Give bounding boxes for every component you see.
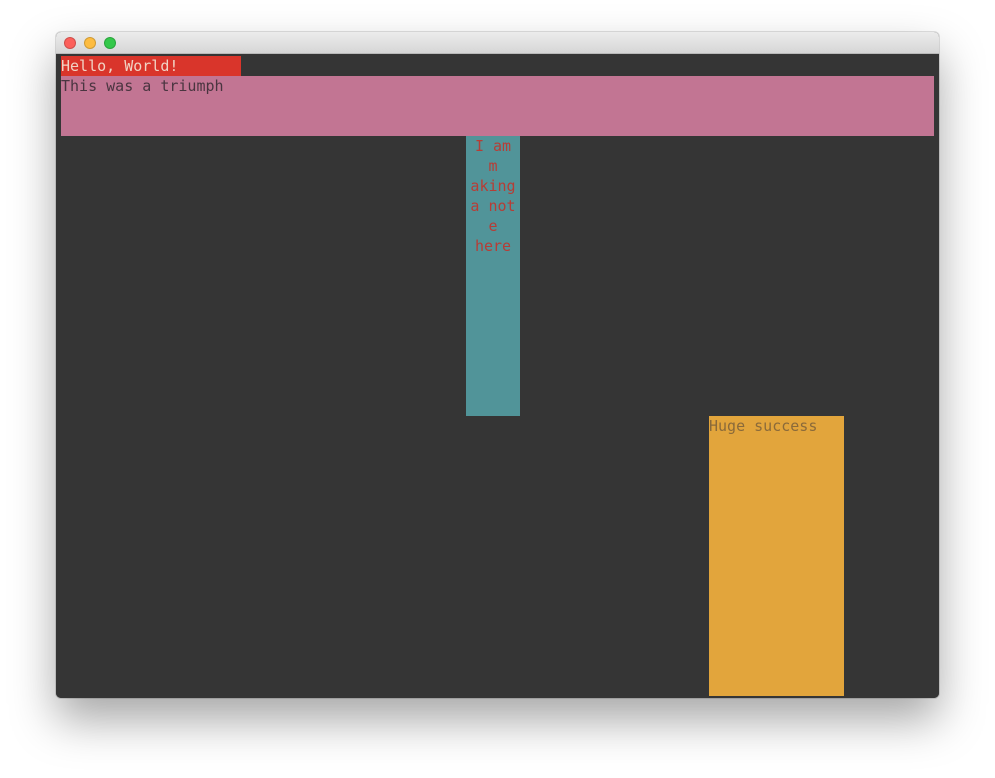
note-line-4: here bbox=[474, 237, 512, 255]
note-line-1: I am m bbox=[474, 137, 512, 175]
huge-success-block: Huge success bbox=[709, 416, 844, 696]
canvas-area: Hello, World! This was a triumph I am m … bbox=[56, 54, 939, 698]
zoom-button[interactable] bbox=[104, 37, 116, 49]
minimize-button[interactable] bbox=[84, 37, 96, 49]
note-line-3: a note bbox=[470, 197, 516, 235]
app-window: Hello, World! This was a triumph I am m … bbox=[56, 32, 939, 698]
triumph-block: This was a triumph bbox=[61, 76, 934, 136]
close-button[interactable] bbox=[64, 37, 76, 49]
title-bar[interactable] bbox=[56, 32, 939, 54]
hello-world-block: Hello, World! bbox=[61, 56, 241, 76]
note-block: I am m aking a note here bbox=[466, 136, 520, 416]
note-line-2: aking bbox=[470, 177, 516, 195]
